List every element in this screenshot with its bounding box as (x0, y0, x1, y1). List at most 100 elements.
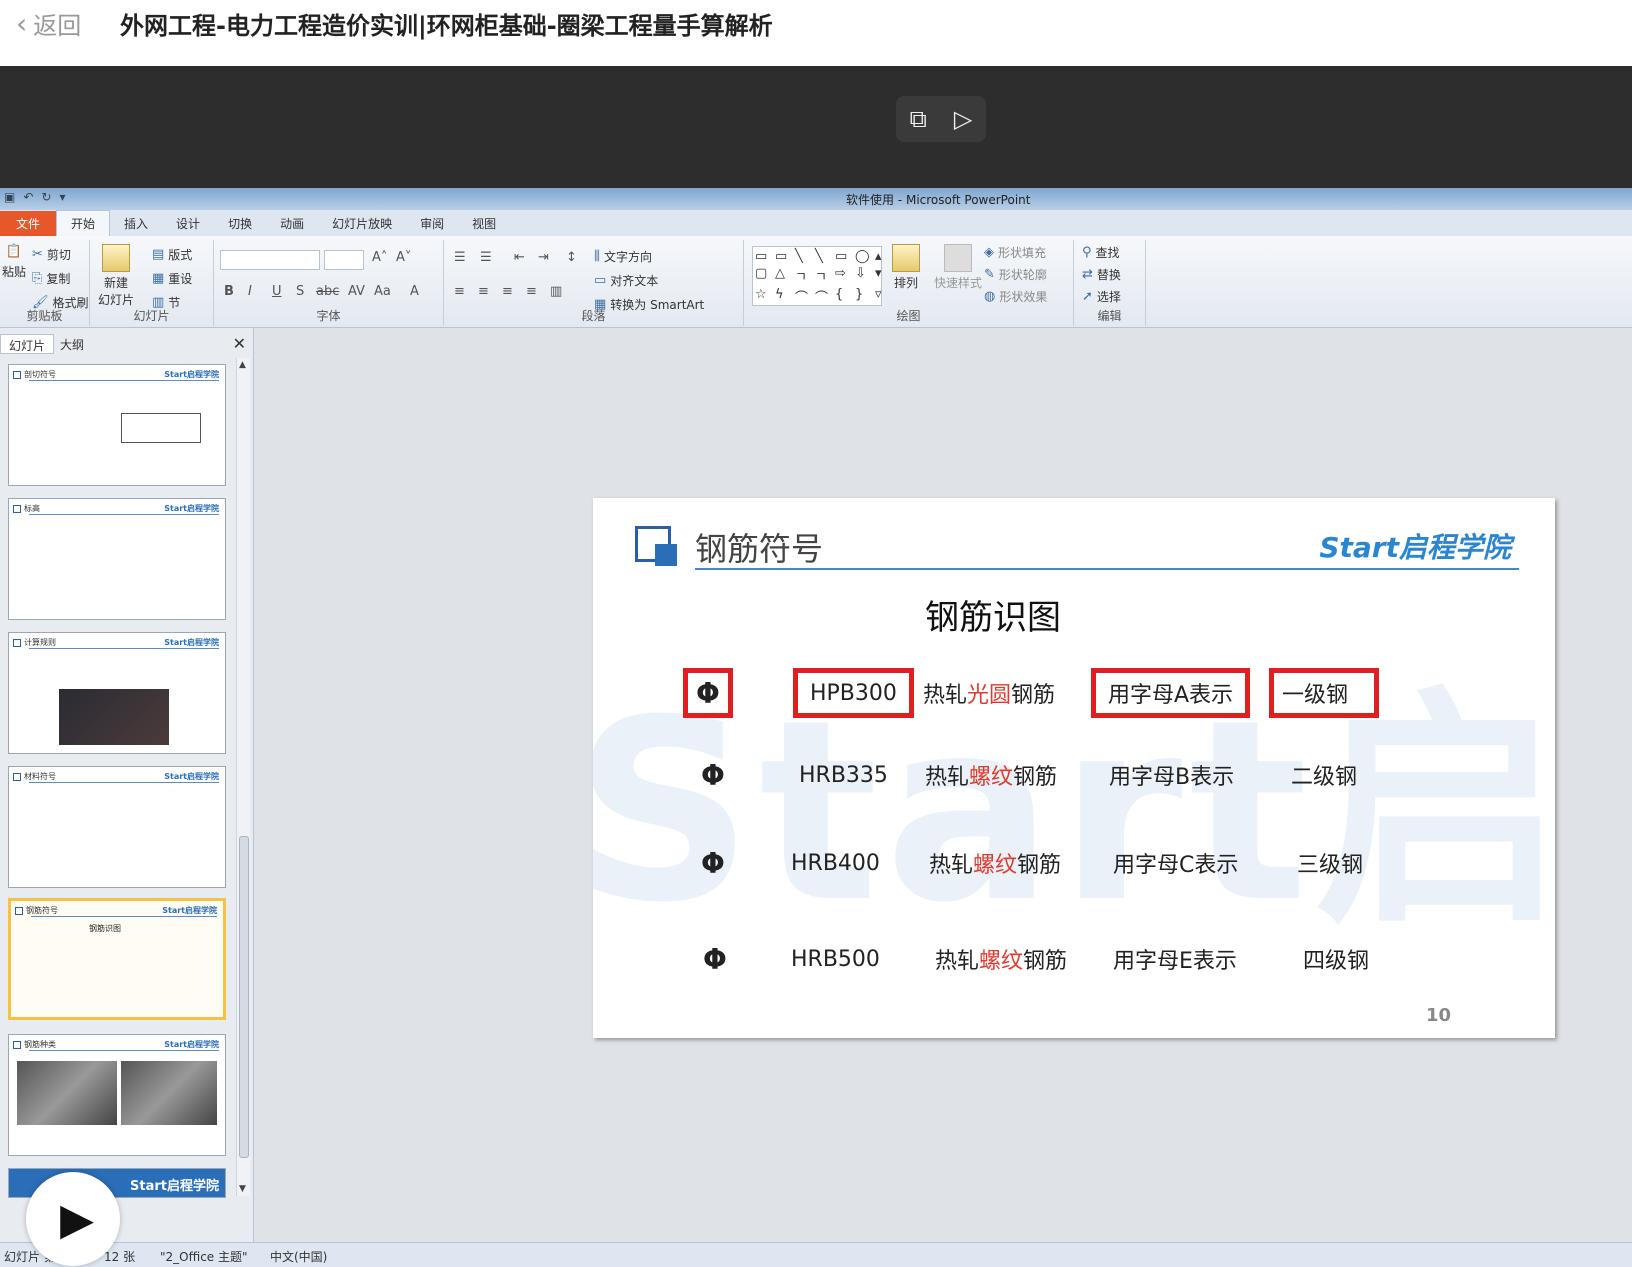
bullets-icon[interactable]: ☰ (454, 250, 466, 265)
arc-icon[interactable]: ⌒ (815, 287, 833, 306)
tab-transitions[interactable]: 切换 (214, 211, 266, 236)
line-shape-icon[interactable]: ╲ (795, 249, 813, 264)
line-shape-icon[interactable]: ╲ (815, 249, 833, 264)
scroll-down-icon[interactable]: ▼ (239, 1184, 246, 1194)
slide-thumbnail[interactable]: 钢筋种类 Start启程学院 (8, 1034, 226, 1156)
indent-decrease-icon[interactable]: ⇤ (514, 250, 525, 265)
grow-font-icon[interactable]: A˄ (372, 250, 387, 265)
copy-button[interactable]: ⎘ 复制 (32, 270, 70, 287)
spacing-icon[interactable]: AV (348, 284, 365, 299)
slide-thumbnail[interactable]: 材料符号 Start启程学院 (8, 766, 226, 888)
connector-icon[interactable]: ㄱ (795, 266, 813, 285)
text-direction-button[interactable]: ⫼ 文字方向 (594, 248, 652, 265)
justify-icon[interactable]: ≡ (526, 284, 537, 299)
shrink-font-icon[interactable]: A˅ (396, 250, 411, 265)
rounded-rect-icon[interactable]: ▢ (755, 266, 773, 285)
numbering-icon[interactable]: ☰ (480, 250, 492, 265)
more-icon[interactable]: ▴ (875, 249, 893, 264)
tab-animations[interactable]: 动画 (266, 211, 318, 236)
paste-button[interactable]: 📋 粘贴 (2, 244, 26, 280)
save-icon[interactable]: ▣ (4, 190, 15, 204)
tab-outline[interactable]: 大纲 (52, 334, 92, 354)
indent-increase-icon[interactable]: ⇥ (538, 250, 549, 265)
brace-left-icon[interactable]: { (835, 287, 853, 306)
slide-thumbnail[interactable]: 计算规则 Start启程学院 (8, 632, 226, 754)
triangle-icon[interactable]: △ (775, 266, 793, 285)
slide-thumbnail[interactable]: 标高 Start启程学院 (8, 498, 226, 620)
tab-review[interactable]: 审阅 (406, 211, 458, 236)
align-left-icon[interactable]: ≡ (454, 284, 465, 299)
scroll-up-icon[interactable]: ▲ (239, 360, 246, 370)
slide-thumbnail[interactable]: 剖切符号 Start启程学院 (8, 364, 226, 486)
customize-icon[interactable]: ▾ (59, 190, 65, 204)
rebar-symbol: Φ (703, 942, 727, 976)
underline-icon[interactable]: U (272, 284, 282, 299)
find-button[interactable]: ⚲ 查找 (1082, 244, 1120, 261)
status-language[interactable]: 中文(中国) (270, 1248, 327, 1265)
align-right-icon[interactable]: ≡ (502, 284, 513, 299)
tab-insert[interactable]: 插入 (110, 211, 162, 236)
layout-button[interactable]: ▤ 版式 (152, 246, 192, 263)
play-button[interactable]: ▶ (26, 1172, 120, 1266)
tab-slideshow[interactable]: 幻灯片放映 (318, 211, 406, 236)
status-bar: 幻灯片 第 12 张 "2_Office 主题" 中文(中国) (0, 1242, 1632, 1267)
panel-scrollbar[interactable]: ▲ ▼ (236, 358, 250, 1196)
shapes-gallery[interactable]: ▭ ▭ ╲ ╲ ▭ ◯ ▴ ▢ △ ㄱㄱ ⇨ ⇩ ▾ ☆ ϟ ⌒ ⌒{} ▿ (752, 246, 882, 306)
font-color-icon[interactable]: A (410, 284, 419, 299)
quick-styles-button[interactable]: 快速样式 (934, 244, 982, 291)
shadow-icon[interactable]: S (296, 284, 304, 299)
tab-file[interactable]: 文件 (0, 211, 57, 236)
back-label: 返回 (33, 12, 82, 40)
arrange-button[interactable]: 排列 (892, 244, 920, 291)
select-button[interactable]: ➚ 选择 (1082, 288, 1121, 305)
new-slide-button[interactable]: 新建 幻灯片 (98, 244, 134, 308)
tab-slides[interactable]: 幻灯片 (0, 334, 55, 354)
replace-button[interactable]: ⇄ 替换 (1082, 266, 1121, 283)
undo-icon[interactable]: ↶ (23, 190, 33, 204)
oval-shape-icon[interactable]: ◯ (855, 249, 873, 264)
rebar-symbol: Φ (683, 668, 733, 718)
tab-design[interactable]: 设计 (162, 211, 214, 236)
close-icon[interactable]: ✕ (233, 334, 246, 353)
redo-icon[interactable]: ↻ (41, 190, 51, 204)
textbox-shape-icon[interactable]: ▭ (755, 249, 773, 264)
tab-view[interactable]: 视图 (458, 211, 510, 236)
strikethrough-icon[interactable]: abc (316, 284, 339, 299)
reset-button[interactable]: ▦ 重设 (152, 270, 192, 287)
font-name-select[interactable] (220, 250, 320, 270)
page-number: 10 (1425, 1005, 1451, 1026)
rect-shape-icon[interactable]: ▭ (835, 249, 853, 264)
brace-right-icon[interactable]: } (855, 287, 873, 306)
chevron-left-icon: ‹ (16, 6, 28, 40)
align-text-button[interactable]: ▭ 对齐文本 (594, 272, 658, 289)
scroll-thumb[interactable] (239, 836, 249, 1158)
slide[interactable]: Start启程学 钢筋符号 Start启程学院 钢筋识图 Φ HPB300 热轧… (593, 498, 1555, 1038)
more-icon[interactable]: ▾ (875, 266, 893, 285)
textbox-shape-icon[interactable]: ▭ (775, 249, 793, 264)
shape-fill-button[interactable]: ◈ 形状填充 (984, 244, 1046, 261)
font-size-select[interactable] (324, 250, 364, 270)
italic-icon[interactable]: I (248, 284, 252, 299)
cut-button[interactable]: ✂ 剪切 (32, 246, 71, 263)
arrow-down-icon[interactable]: ⇩ (855, 266, 873, 285)
freeform-icon[interactable]: ☆ (755, 287, 773, 306)
tab-home[interactable]: 开始 (56, 210, 111, 236)
change-case-icon[interactable]: Aa (374, 284, 391, 299)
picture-in-picture-icon[interactable]: ⧉ (910, 105, 927, 133)
rebar-letter: 用字母B表示 (1109, 765, 1235, 790)
shape-effects-button[interactable]: ◍ 形状效果 (984, 288, 1047, 305)
line-spacing-icon[interactable]: ↕ (566, 250, 577, 265)
slide-thumbnail-selected[interactable]: 钢筋符号 Start启程学院 钢筋识图 (8, 898, 226, 1020)
expand-icon[interactable]: ▿ (875, 287, 893, 306)
connector-icon[interactable]: ㄱ (815, 266, 833, 285)
back-button[interactable]: ‹ 返回 (16, 6, 81, 41)
bold-icon[interactable]: B (224, 284, 234, 299)
group-font: A˄ A˅ B I U S abc AV Aa A 字体 (214, 240, 444, 326)
curve-icon[interactable]: ⌒ (795, 287, 813, 306)
align-center-icon[interactable]: ≡ (478, 284, 489, 299)
columns-icon[interactable]: ▥ (550, 284, 562, 299)
shape-outline-button[interactable]: ✎ 形状轮廓 (984, 266, 1047, 283)
video-settings-icon[interactable]: ▷ (954, 105, 972, 133)
arrow-right-icon[interactable]: ⇨ (835, 266, 853, 285)
lightning-icon[interactable]: ϟ (775, 287, 793, 306)
